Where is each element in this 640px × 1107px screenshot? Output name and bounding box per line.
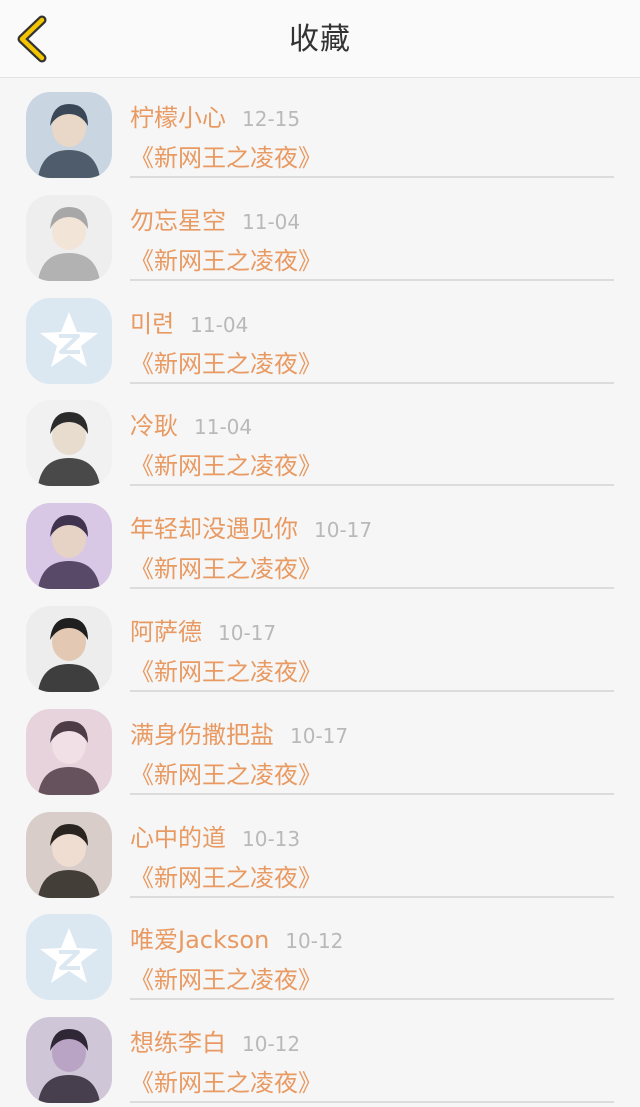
favorite-text: 年轻却没遇见你 10-17 《新网王之凌夜》 bbox=[130, 489, 614, 590]
novel-title[interactable]: 《新网王之凌夜》 bbox=[130, 344, 322, 379]
favorite-header-line: 冷耿 11-04 bbox=[130, 406, 252, 441]
user-name[interactable]: 阿萨德 bbox=[130, 618, 202, 646]
top-bar: 收藏 bbox=[0, 0, 640, 78]
user-name[interactable]: 柠檬小心 bbox=[130, 104, 226, 132]
user-photo-icon bbox=[26, 503, 112, 590]
favorite-header-line: 勿忘星空 11-04 bbox=[130, 201, 300, 236]
user-name[interactable]: 冷耿 bbox=[130, 412, 178, 440]
favorite-header-line: 心中的道 10-13 bbox=[130, 818, 300, 853]
favorite-header-line: 想练李白 10-12 bbox=[130, 1023, 300, 1058]
novel-title[interactable]: 《新网王之凌夜》 bbox=[130, 858, 322, 893]
favorite-date: 11-04 bbox=[242, 209, 301, 234]
favorite-item[interactable]: 阿萨德 10-17 《新网王之凌夜》 bbox=[0, 592, 640, 695]
favorite-date: 10-13 bbox=[242, 826, 301, 851]
avatar[interactable] bbox=[26, 1017, 112, 1104]
novel-title[interactable]: 《新网王之凌夜》 bbox=[130, 549, 322, 584]
user-photo-icon bbox=[26, 811, 112, 898]
favorite-item[interactable]: 冷耿 11-04 《新网王之凌夜》 bbox=[0, 386, 640, 489]
user-name[interactable]: 满身伤撒把盐 bbox=[130, 721, 274, 749]
novel-title[interactable]: 《新网王之凌夜》 bbox=[130, 1063, 322, 1098]
favorite-item[interactable]: 柠檬小心 12-15 《新网王之凌夜》 bbox=[0, 78, 640, 181]
avatar[interactable] bbox=[26, 811, 112, 898]
user-photo-icon bbox=[26, 92, 112, 178]
favorite-date: 10-12 bbox=[285, 929, 344, 954]
favorite-header-line: 阿萨德 10-17 bbox=[130, 612, 276, 647]
novel-title[interactable]: 《新网王之凌夜》 bbox=[130, 241, 322, 276]
user-name[interactable]: 年轻却没遇见你 bbox=[130, 515, 298, 543]
favorite-text: 阿萨德 10-17 《新网王之凌夜》 bbox=[130, 592, 614, 692]
favorite-date: 12-15 bbox=[242, 107, 301, 131]
favorite-header-line: 唯爱Jackson 10-12 bbox=[130, 920, 343, 955]
favorite-item[interactable]: 年轻却没遇见你 10-17 《新网王之凌夜》 bbox=[0, 489, 640, 592]
novel-title[interactable]: 《新网王之凌夜》 bbox=[130, 446, 322, 481]
favorite-text: 柠檬小心 12-15 《新网王之凌夜》 bbox=[130, 78, 614, 178]
favorite-date: 11-04 bbox=[194, 415, 253, 440]
favorite-date: 11-04 bbox=[190, 312, 249, 337]
favorite-item[interactable]: 想练李白 10-12 《新网王之凌夜》 bbox=[0, 1003, 640, 1106]
avatar[interactable] bbox=[26, 92, 112, 178]
favorites-list: 柠檬小心 12-15 《新网王之凌夜》 勿忘星空 11-04 《新网王之凌夜》 미련 11-0… bbox=[0, 78, 640, 1106]
favorite-text: 心中的道 10-13 《新网王之凌夜》 bbox=[130, 798, 614, 898]
user-photo-icon bbox=[26, 605, 112, 692]
user-photo-icon bbox=[26, 194, 112, 281]
avatar[interactable] bbox=[26, 708, 112, 795]
user-photo-icon bbox=[26, 400, 112, 487]
user-photo-icon bbox=[26, 708, 112, 795]
favorite-text: 勿忘星空 11-04 《新网王之凌夜》 bbox=[130, 181, 614, 281]
user-name[interactable]: 想练李白 bbox=[130, 1029, 226, 1057]
favorite-item[interactable]: 唯爱Jackson 10-12 《新网王之凌夜》 bbox=[0, 900, 640, 1003]
user-name[interactable]: 미련 bbox=[130, 310, 174, 338]
favorite-date: 10-17 bbox=[314, 518, 373, 543]
page-title: 收藏 bbox=[289, 22, 351, 57]
favorite-header-line: 柠檬小心 12-15 bbox=[130, 98, 300, 133]
favorite-text: 想练李白 10-12 《新网王之凌夜》 bbox=[130, 1003, 614, 1104]
favorite-text: 미련 11-04 《新网王之凌夜》 bbox=[130, 284, 614, 384]
novel-title[interactable]: 《新网王之凌夜》 bbox=[130, 960, 322, 995]
user-name[interactable]: 心中的道 bbox=[130, 824, 226, 852]
favorite-item[interactable]: 满身伤撒把盐 10-17 《新网王之凌夜》 bbox=[0, 695, 640, 798]
novel-title[interactable]: 《新网王之凌夜》 bbox=[130, 755, 322, 790]
favorite-date: 10-12 bbox=[242, 1032, 301, 1057]
avatar[interactable] bbox=[26, 194, 112, 281]
favorite-date: 10-17 bbox=[218, 620, 277, 645]
favorite-date: 10-17 bbox=[290, 723, 349, 748]
avatar[interactable] bbox=[26, 400, 112, 487]
favorite-text: 满身伤撒把盐 10-17 《新网王之凌夜》 bbox=[130, 695, 614, 795]
novel-title[interactable]: 《新网王之凌夜》 bbox=[130, 652, 322, 687]
default-avatar[interactable] bbox=[26, 914, 112, 1001]
user-name[interactable]: 唯爱Jackson bbox=[130, 926, 269, 954]
favorite-text: 唯爱Jackson 10-12 《新网王之凌夜》 bbox=[130, 900, 614, 1001]
favorite-item[interactable]: 勿忘星空 11-04 《新网王之凌夜》 bbox=[0, 181, 640, 284]
favorite-item[interactable]: 心中的道 10-13 《新网王之凌夜》 bbox=[0, 798, 640, 901]
qq-star-icon bbox=[26, 297, 112, 384]
favorite-header-line: 미련 11-04 bbox=[130, 304, 248, 339]
avatar[interactable] bbox=[26, 605, 112, 692]
favorite-text: 冷耿 11-04 《新网王之凌夜》 bbox=[130, 386, 614, 487]
avatar[interactable] bbox=[26, 503, 112, 590]
user-photo-icon bbox=[26, 1017, 112, 1104]
favorite-header-line: 满身伤撒把盐 10-17 bbox=[130, 715, 348, 750]
qq-star-icon bbox=[26, 914, 112, 1001]
default-avatar[interactable] bbox=[26, 297, 112, 384]
favorite-header-line: 年轻却没遇见你 10-17 bbox=[130, 509, 372, 544]
user-name[interactable]: 勿忘星空 bbox=[130, 207, 226, 235]
novel-title[interactable]: 《新网王之凌夜》 bbox=[130, 138, 322, 173]
favorite-item[interactable]: 미련 11-04 《新网王之凌夜》 bbox=[0, 284, 640, 387]
